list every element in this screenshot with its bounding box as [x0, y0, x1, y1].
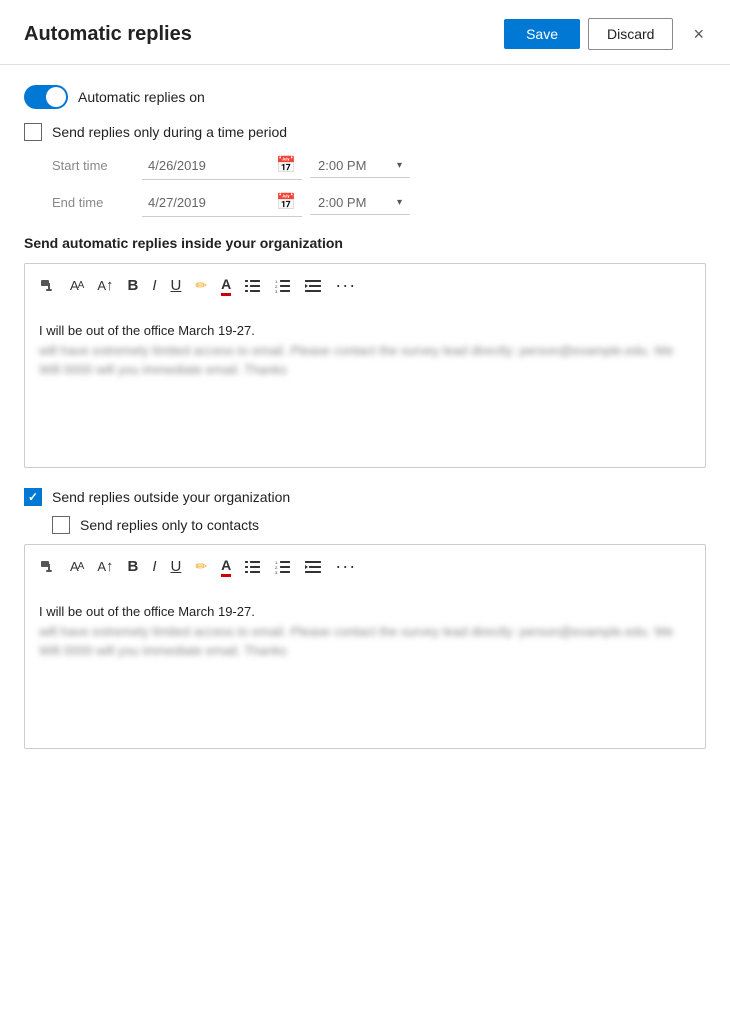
- outside-italic-button[interactable]: I: [147, 555, 161, 578]
- time-section: Start time 4/26/2019 📅 2:00 PM ▾ End tim…: [52, 151, 706, 217]
- bold-button[interactable]: B: [123, 274, 144, 297]
- more-options-button[interactable]: ···: [330, 272, 361, 299]
- inside-org-section: Send automatic replies inside your organ…: [24, 235, 706, 468]
- end-date-value: 4/27/2019: [148, 195, 272, 210]
- start-date-value: 4/26/2019: [148, 158, 272, 173]
- page-title: Automatic replies: [24, 23, 504, 46]
- outside-font-increase-button[interactable]: A↑: [92, 555, 118, 578]
- inside-org-editor-content[interactable]: I will be out of the office March 19-27.…: [25, 307, 705, 467]
- outside-org-text: I will be out of the office March 19-27.: [39, 604, 255, 619]
- indent-button[interactable]: [300, 276, 326, 296]
- inside-org-toolbar: AA A↑ B I U ✏ A: [25, 264, 705, 307]
- outside-numbered-list-icon: 1. 2. 3.: [275, 560, 291, 574]
- svg-text:3.: 3.: [275, 570, 278, 574]
- outside-indent-icon: [305, 560, 321, 574]
- outside-org-editor-content[interactable]: I will be out of the office March 19-27.…: [25, 588, 705, 748]
- contacts-only-label: Send replies only to contacts: [80, 517, 259, 533]
- outside-highlight-button[interactable]: ✏: [190, 555, 212, 578]
- outside-font-color-button[interactable]: A: [216, 554, 236, 580]
- outside-format-painter-button[interactable]: [35, 556, 61, 578]
- start-calendar-icon: 📅: [276, 155, 296, 175]
- underline-button[interactable]: U: [166, 274, 187, 297]
- font-color-button[interactable]: A: [216, 273, 236, 299]
- inside-org-editor[interactable]: AA A↑ B I U ✏ A: [24, 263, 706, 468]
- outside-org-row: Send replies outside your organization: [24, 488, 706, 506]
- end-time-dropdown[interactable]: 2:00 PM ▾: [310, 191, 410, 215]
- start-time-chevron-icon: ▾: [397, 160, 402, 171]
- close-button[interactable]: ×: [687, 23, 710, 45]
- start-date-field[interactable]: 4/26/2019 📅: [142, 151, 302, 180]
- discard-button[interactable]: Discard: [588, 18, 673, 50]
- automatic-replies-toggle[interactable]: [24, 85, 68, 109]
- outside-org-blurred-text: will have extremely limited access to em…: [39, 622, 691, 661]
- end-time-value: 2:00 PM: [318, 195, 397, 210]
- start-time-value: 2:00 PM: [318, 158, 397, 173]
- outside-org-section: Send replies outside your organization S…: [24, 488, 706, 749]
- end-time-chevron-icon: ▾: [397, 197, 402, 208]
- bullet-list-icon: [245, 279, 261, 293]
- automatic-replies-label: Automatic replies on: [78, 89, 205, 105]
- time-period-label: Send replies only during a time period: [52, 124, 287, 140]
- end-time-label: End time: [52, 195, 142, 210]
- inside-org-text: I will be out of the office March 19-27.: [39, 323, 255, 338]
- start-time-label: Start time: [52, 158, 142, 173]
- start-time-row: Start time 4/26/2019 📅 2:00 PM ▾: [52, 151, 706, 180]
- indent-icon: [305, 279, 321, 293]
- start-time-dropdown[interactable]: 2:00 PM ▾: [310, 154, 410, 178]
- outside-font-color-icon: A: [221, 557, 231, 577]
- font-decrease-button[interactable]: AA: [65, 275, 88, 296]
- font-increase-button[interactable]: A↑: [92, 274, 118, 297]
- italic-button[interactable]: I: [147, 274, 161, 297]
- bullet-list-button[interactable]: [240, 276, 266, 296]
- format-painter-button[interactable]: [35, 275, 61, 297]
- numbered-list-icon: 1. 2. 3.: [275, 279, 291, 293]
- main-content: Automatic replies on Send replies only d…: [0, 65, 730, 789]
- outside-org-editor[interactable]: AA A↑ B I U ✏ A: [24, 544, 706, 749]
- page-header: Automatic replies Save Discard ×: [0, 0, 730, 65]
- outside-numbered-list-button[interactable]: 1. 2. 3.: [270, 557, 296, 577]
- outside-format-painter-icon: [40, 559, 56, 575]
- outside-font-decrease-button[interactable]: AA: [65, 556, 88, 577]
- outside-more-options-button[interactable]: ···: [330, 553, 361, 580]
- end-calendar-icon: 📅: [276, 192, 296, 212]
- time-period-row: Send replies only during a time period: [24, 123, 706, 141]
- contacts-only-row: Send replies only to contacts: [52, 516, 706, 534]
- outside-underline-button[interactable]: U: [166, 555, 187, 578]
- outside-org-checkbox[interactable]: [24, 488, 42, 506]
- automatic-replies-toggle-row: Automatic replies on: [24, 85, 706, 109]
- outside-bullet-list-button[interactable]: [240, 557, 266, 577]
- save-button[interactable]: Save: [504, 19, 580, 49]
- outside-org-label: Send replies outside your organization: [52, 489, 290, 505]
- numbered-list-button[interactable]: 1. 2. 3.: [270, 276, 296, 296]
- time-period-checkbox[interactable]: [24, 123, 42, 141]
- font-color-icon: A: [221, 276, 231, 296]
- inside-org-blurred-text: will have extremely limited access to em…: [39, 341, 691, 380]
- contacts-only-checkbox[interactable]: [52, 516, 70, 534]
- end-time-row: End time 4/27/2019 📅 2:00 PM ▾: [52, 188, 706, 217]
- outside-org-toolbar: AA A↑ B I U ✏ A: [25, 545, 705, 588]
- outside-bold-button[interactable]: B: [123, 555, 144, 578]
- outside-indent-button[interactable]: [300, 557, 326, 577]
- outside-bullet-list-icon: [245, 560, 261, 574]
- highlight-button[interactable]: ✏: [190, 274, 212, 297]
- end-date-field[interactable]: 4/27/2019 📅: [142, 188, 302, 217]
- svg-text:3.: 3.: [275, 289, 278, 293]
- inside-org-heading: Send automatic replies inside your organ…: [24, 235, 706, 251]
- format-painter-icon: [40, 278, 56, 294]
